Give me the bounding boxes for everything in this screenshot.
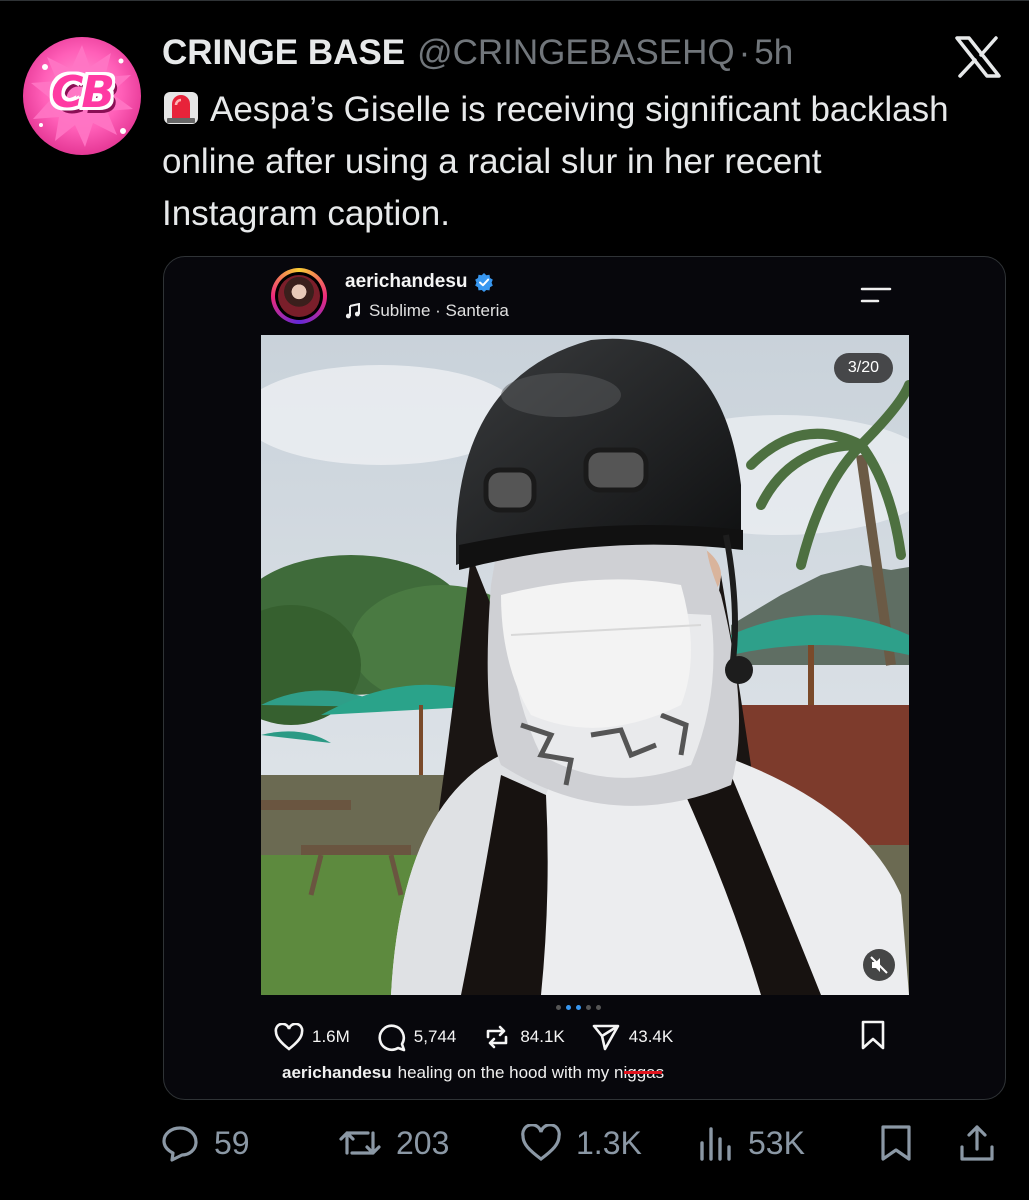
x-logo-icon[interactable] xyxy=(955,36,1001,78)
red-underline-annotation xyxy=(624,1071,663,1074)
mute-icon xyxy=(870,956,888,974)
ig-action-bar: 1.6M 5,744 84.1K 43.4K xyxy=(274,1017,894,1057)
carousel-dot xyxy=(586,1005,591,1010)
heart-icon xyxy=(274,1023,304,1051)
retweet-icon xyxy=(339,1131,381,1155)
repost-icon xyxy=(487,1025,508,1049)
views-chart-icon xyxy=(700,1127,731,1161)
repost-button[interactable]: 203 xyxy=(338,1118,449,1168)
ig-comments-count: 5,744 xyxy=(413,1027,457,1046)
carousel-counter: 3/20 xyxy=(833,353,893,383)
bookmark-button[interactable] xyxy=(878,1118,928,1168)
ig-caption: aerichandesu healing on the hood with my … xyxy=(282,1063,664,1083)
tweet-header: CRINGE BASE @CRINGEBASEHQ · 5h xyxy=(162,33,793,75)
carousel-dot-active xyxy=(576,1005,581,1010)
tweet-action-bar: 59 203 1.3K 53K xyxy=(160,1118,1000,1168)
tweet-text: Aespa’s Giselle is receiving significant… xyxy=(162,84,982,240)
music-note-icon xyxy=(345,303,360,319)
avatar-text: CB xyxy=(51,67,115,118)
views-count: 53K xyxy=(748,1124,805,1161)
post-photo[interactable]: 3/20 xyxy=(261,335,909,995)
carousel-dot xyxy=(596,1005,601,1010)
send-icon xyxy=(592,1024,620,1051)
reply-icon xyxy=(162,1126,198,1162)
carousel-dot-active xyxy=(566,1005,571,1010)
ig-shares-count: 43.4K xyxy=(628,1027,674,1046)
ig-comment-button[interactable]: 5,744 xyxy=(376,1022,457,1052)
like-heart-icon xyxy=(521,1124,561,1162)
carousel-dots xyxy=(556,1005,601,1010)
menu-icon[interactable] xyxy=(858,285,894,305)
author-handle[interactable]: @CRINGEBASEHQ xyxy=(417,33,735,73)
ig-username: aerichandesu xyxy=(345,271,468,292)
ig-avatar[interactable] xyxy=(271,268,327,324)
photo-illustration xyxy=(261,335,909,995)
like-count: 1.3K xyxy=(576,1124,642,1161)
ig-song-row[interactable]: Sublime · Santeria xyxy=(345,301,509,321)
author-avatar[interactable]: CB xyxy=(23,37,141,155)
repost-count: 203 xyxy=(396,1124,450,1161)
top-divider xyxy=(0,0,1029,1)
share-icon xyxy=(960,1125,994,1161)
ig-likes-count: 1.6M xyxy=(312,1027,350,1046)
tweet-body: Aespa’s Giselle is receiving significant… xyxy=(162,90,949,233)
police-light-icon xyxy=(164,92,198,124)
ig-like-button[interactable]: 1.6M xyxy=(274,1023,350,1051)
reply-count: 59 xyxy=(214,1124,250,1161)
author-name[interactable]: CRINGE BASE xyxy=(162,33,405,73)
views-button[interactable]: 53K xyxy=(698,1118,805,1168)
tweet-bookmark-icon xyxy=(881,1125,911,1161)
header-separator: · xyxy=(738,33,751,72)
comment-icon xyxy=(378,1024,406,1052)
ig-song: Sublime · Santeria xyxy=(369,301,509,320)
ig-reposts-count: 84.1K xyxy=(520,1027,565,1046)
mute-button[interactable] xyxy=(863,949,895,981)
share-button[interactable] xyxy=(958,1118,1010,1168)
like-button[interactable]: 1.3K xyxy=(520,1118,642,1168)
media-card[interactable]: aerichandesu Sublime · Santeria 3/20 1.6… xyxy=(163,256,1006,1100)
ig-caption-user[interactable]: aerichandesu xyxy=(282,1063,392,1082)
bookmark-icon[interactable] xyxy=(860,1019,886,1051)
ig-username-row[interactable]: aerichandesu xyxy=(345,271,494,293)
tweet-timestamp[interactable]: 5h xyxy=(754,33,793,73)
ig-repost-button[interactable]: 84.1K xyxy=(482,1022,565,1052)
reply-button[interactable]: 59 xyxy=(160,1118,250,1168)
carousel-dot xyxy=(556,1005,561,1010)
ig-share-button[interactable]: 43.4K xyxy=(591,1022,673,1052)
verified-badge-icon xyxy=(474,273,493,292)
